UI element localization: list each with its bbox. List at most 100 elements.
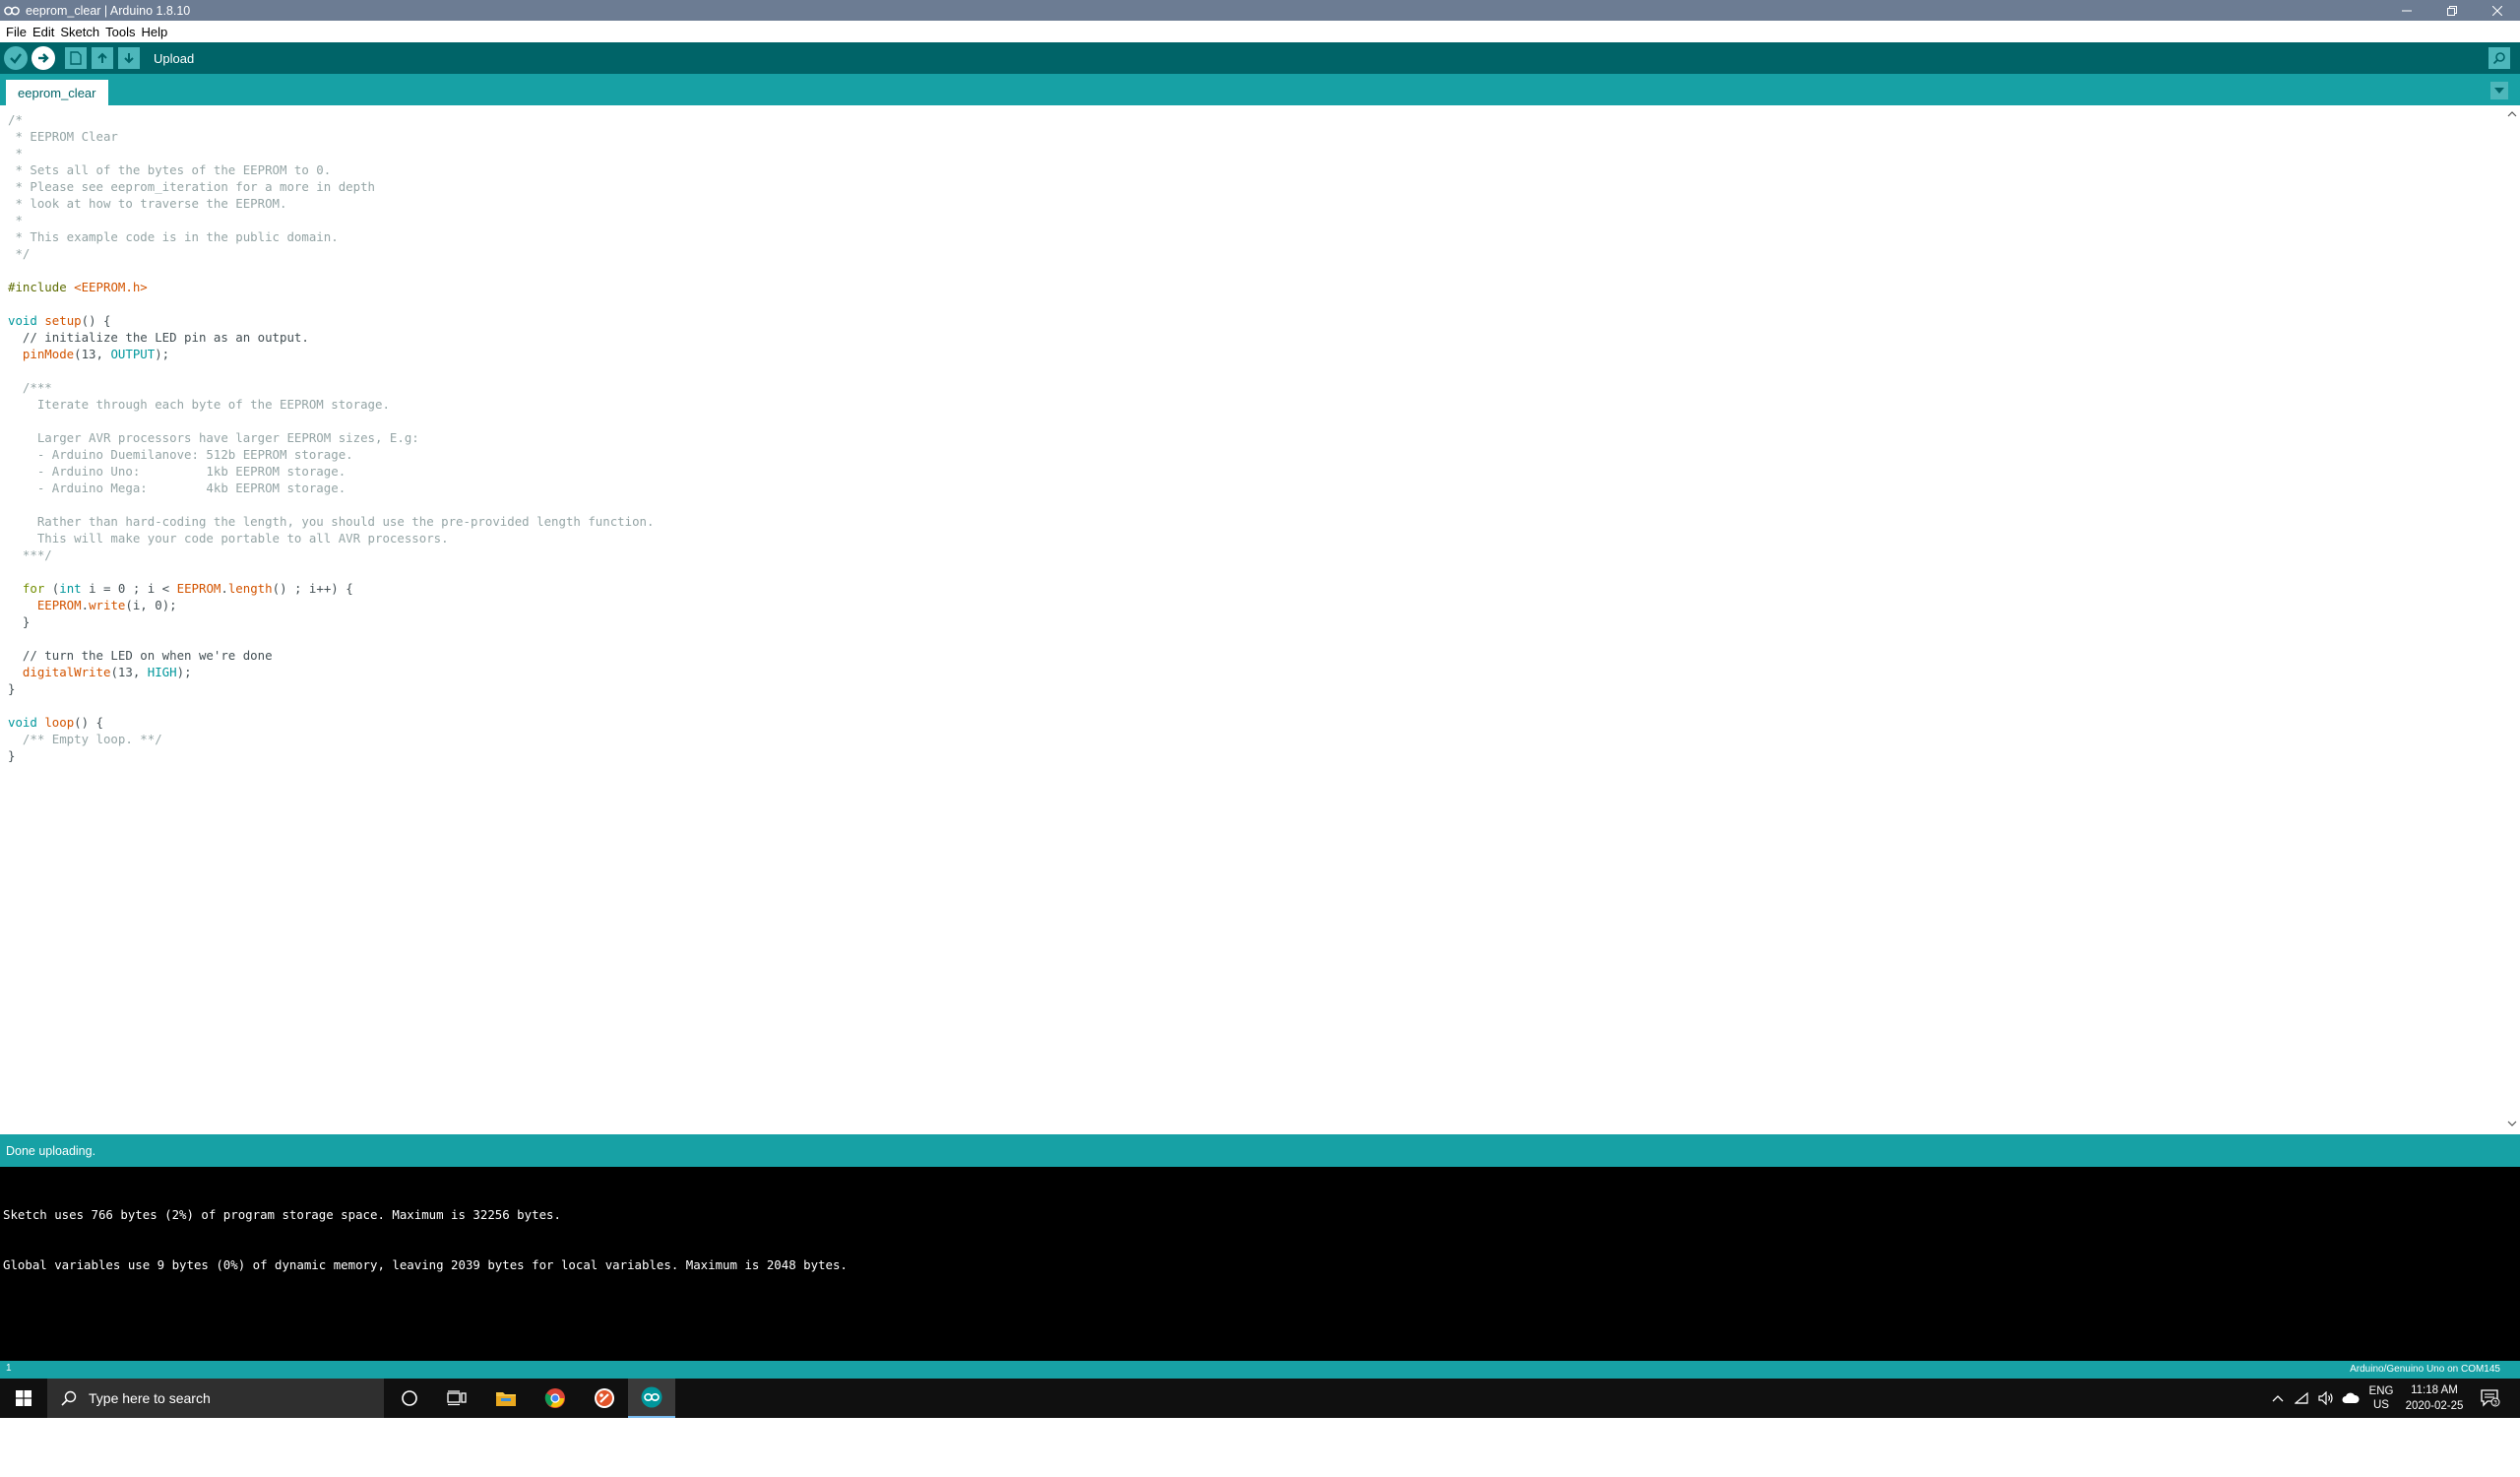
code-token: - Arduino Duemilanove: 512b EEPROM stora… <box>8 447 353 462</box>
title-bar: eeprom_clear | Arduino 1.8.10 <box>0 0 2520 21</box>
code-token: ( <box>44 581 60 596</box>
file-explorer-button[interactable] <box>482 1379 530 1418</box>
code-token: #include <box>8 280 75 294</box>
code-line: - Arduino Duemilanove: 512b EEPROM stora… <box>8 446 654 463</box>
notification-icon: 3 <box>2481 1389 2500 1407</box>
taskbar-search[interactable]: Type here to search <box>47 1379 384 1418</box>
save-button[interactable] <box>118 47 140 69</box>
menu-tools[interactable]: Tools <box>103 25 139 39</box>
language-code: ENG <box>2368 1385 2394 1397</box>
chrome-button[interactable] <box>532 1379 579 1418</box>
code-token: Larger AVR processors have larger EEPROM… <box>8 430 419 445</box>
language-indicator[interactable]: ENG US <box>2366 1379 2396 1418</box>
restore-icon <box>2447 5 2457 16</box>
verify-button[interactable] <box>4 46 28 70</box>
code-token: OUTPUT <box>110 347 156 361</box>
desktop-strip <box>0 1418 2520 1477</box>
code-line: // turn the LED on when we're done <box>8 647 654 664</box>
arduino-taskbar-button[interactable] <box>628 1379 675 1418</box>
code-token: ); <box>176 665 192 679</box>
tab-strip: eeprom_clear <box>0 74 2520 105</box>
task-view-button[interactable] <box>433 1379 480 1418</box>
editor-scrollbar[interactable] <box>2503 105 2520 1132</box>
menu-edit[interactable]: Edit <box>31 25 58 39</box>
app-orange-button[interactable] <box>581 1379 628 1418</box>
code-editor[interactable]: /* * EEPROM Clear * * Sets all of the by… <box>0 105 2520 1132</box>
code-token: (i, 0); <box>125 598 177 612</box>
code-line: - Arduino Uno: 1kb EEPROM storage. <box>8 463 654 480</box>
task-view-icon <box>447 1390 467 1406</box>
minimize-button[interactable] <box>2384 0 2429 21</box>
chevron-down-icon <box>2494 88 2504 94</box>
tray-volume-button[interactable] <box>2315 1379 2337 1418</box>
code-token: } <box>8 681 16 696</box>
code-token: } <box>8 748 16 763</box>
code-token: setup <box>44 313 82 328</box>
menu-sketch[interactable]: Sketch <box>58 25 103 39</box>
code-line: /*** <box>8 379 654 396</box>
windows-logo-icon <box>16 1390 32 1406</box>
close-button[interactable] <box>2475 0 2520 21</box>
chevron-up-icon <box>2272 1395 2284 1402</box>
tray-network-button[interactable] <box>2292 1379 2313 1418</box>
code-token: void <box>8 313 37 328</box>
cortana-button[interactable] <box>386 1379 433 1418</box>
app-orange-icon <box>595 1388 614 1408</box>
code-token: * look at how to traverse the EEPROM. <box>8 196 287 211</box>
code-line: Iterate through each byte of the EEPROM … <box>8 396 654 413</box>
code-line: EEPROM.write(i, 0); <box>8 597 654 613</box>
start-button[interactable] <box>0 1379 47 1418</box>
code-text[interactable]: /* * EEPROM Clear * * Sets all of the by… <box>8 111 654 764</box>
arduino-icon <box>641 1386 662 1408</box>
code-line: * EEPROM Clear <box>8 128 654 145</box>
code-token: * Sets all of the bytes of the EEPROM to… <box>8 162 332 177</box>
code-token: This will make your code portable to all… <box>8 531 449 546</box>
serial-monitor-button[interactable] <box>2488 47 2510 69</box>
upload-button[interactable] <box>32 46 55 70</box>
code-line: - Arduino Mega: 4kb EEPROM storage. <box>8 480 654 496</box>
windows-taskbar: Type here to search ENG US 11:18 AM 2020… <box>0 1379 2520 1418</box>
scroll-down-icon[interactable] <box>2507 1119 2517 1128</box>
open-icon <box>97 52 107 63</box>
code-token: /** Empty loop. **/ <box>8 732 162 746</box>
code-token: (13, <box>74 347 111 361</box>
code-line: } <box>8 613 654 630</box>
menu-help[interactable]: Help <box>139 25 171 39</box>
code-token: for <box>22 581 45 596</box>
code-token: ); <box>155 347 170 361</box>
tray-overflow-button[interactable] <box>2266 1379 2290 1418</box>
tab-eeprom-clear[interactable]: eeprom_clear <box>6 80 108 105</box>
code-line: #include <EEPROM.h> <box>8 279 654 295</box>
scroll-up-icon[interactable] <box>2507 109 2517 119</box>
code-line: */ <box>8 245 654 262</box>
code-line: void setup() { <box>8 312 654 329</box>
menu-file[interactable]: File <box>4 25 31 39</box>
restore-button[interactable] <box>2429 0 2475 21</box>
minimize-icon <box>2402 10 2412 11</box>
search-icon <box>61 1390 77 1406</box>
code-token: loop <box>44 715 75 730</box>
code-token: EEPROM <box>36 598 82 612</box>
open-button[interactable] <box>92 47 113 69</box>
clock-date: 2020-02-25 <box>2405 1400 2464 1412</box>
new-button[interactable] <box>65 47 87 69</box>
cloud-icon <box>2342 1392 2360 1403</box>
action-center-button[interactable]: 3 <box>2475 1379 2506 1418</box>
clock[interactable]: 11:18 AM 2020-02-25 <box>2400 1379 2469 1418</box>
code-token: // turn the LED on when we're done <box>8 648 273 663</box>
code-token: /*** <box>8 380 52 395</box>
code-line: * This example code is in the public dom… <box>8 228 654 245</box>
status-bar: Done uploading. <box>0 1134 2520 1167</box>
volume-icon <box>2318 1391 2333 1405</box>
tray-onedrive-button[interactable] <box>2339 1379 2362 1418</box>
keyboard-layout: US <box>2373 1399 2389 1411</box>
tab-menu-button[interactable] <box>2490 82 2508 99</box>
code-token: () { <box>74 715 103 730</box>
footer-bar: 1 Arduino/Genuino Uno on COM145 <box>0 1361 2520 1379</box>
console-output[interactable]: Sketch uses 766 bytes (2%) of program st… <box>0 1167 2520 1361</box>
